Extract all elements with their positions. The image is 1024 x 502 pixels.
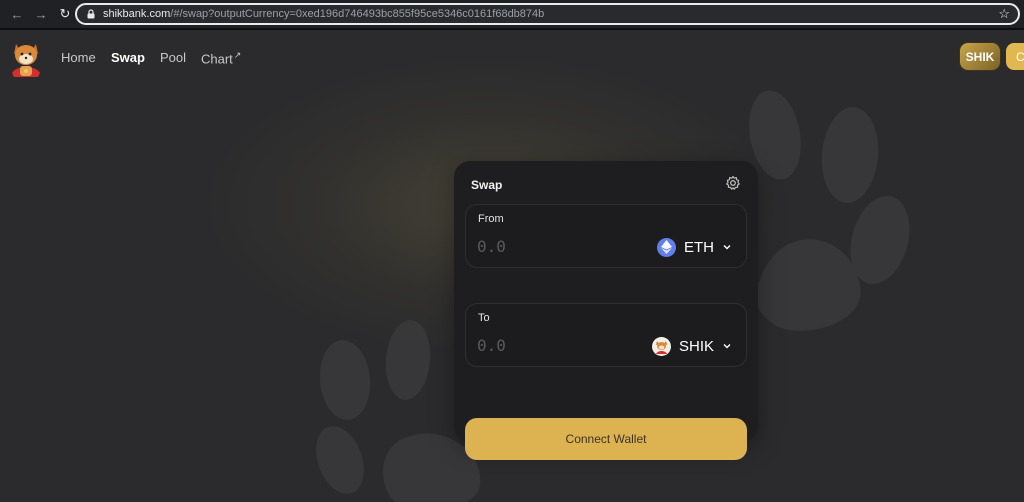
header-connect-button[interactable]: C <box>1006 43 1024 70</box>
from-token-box: From ETH <box>465 204 747 268</box>
nav-home-link[interactable]: Home <box>61 50 96 65</box>
shiba-logo-icon[interactable] <box>8 39 44 79</box>
from-token-symbol: ETH <box>684 238 714 256</box>
from-token-select[interactable]: ETH <box>657 236 732 258</box>
from-amount-input[interactable] <box>477 235 597 257</box>
browser-toolbar: ← → ↻ shikbank.com/#/swap?outputCurrency… <box>0 0 1024 28</box>
address-bar[interactable]: shikbank.com/#/swap?outputCurrency=0xed1… <box>75 3 1020 25</box>
swap-card: Swap From ETH To <box>454 161 758 460</box>
reload-icon[interactable]: ↻ <box>56 5 74 23</box>
lock-icon[interactable] <box>83 6 99 22</box>
paw-print-icon <box>749 90 910 331</box>
nav-pool-link[interactable]: Pool <box>160 50 186 65</box>
shik-token-button[interactable]: SHIK <box>960 43 1000 70</box>
connect-wallet-button[interactable]: Connect Wallet <box>465 418 747 460</box>
shik-dog-icon <box>651 336 671 356</box>
from-label: From <box>478 213 504 225</box>
url-text: shikbank.com/#/swap?outputCurrency=0xed1… <box>103 8 545 20</box>
bookmark-star-icon[interactable]: ☆ <box>998 6 1010 22</box>
to-token-box: To SHIK <box>465 303 747 367</box>
chevron-down-icon <box>723 344 731 349</box>
to-label: To <box>478 312 490 324</box>
page: Home Swap Pool Chart↗ SHIK C Swap From E… <box>0 30 1024 502</box>
external-link-icon: ↗ <box>233 50 242 60</box>
swap-title: Swap <box>471 178 503 192</box>
nav-swap-link[interactable]: Swap <box>111 50 145 65</box>
gear-icon[interactable] <box>725 175 741 191</box>
forward-icon[interactable]: → <box>32 5 50 23</box>
to-token-select[interactable]: SHIK <box>651 335 732 357</box>
nav-chart-link[interactable]: Chart↗ <box>201 50 241 66</box>
to-token-symbol: SHIK <box>678 337 714 355</box>
to-amount-input[interactable] <box>477 334 597 356</box>
ethereum-icon <box>657 237 676 257</box>
nav-chart-label: Chart <box>201 51 233 67</box>
chevron-down-icon <box>723 245 731 250</box>
site-header: Home Swap Pool Chart↗ SHIK C <box>0 30 1024 86</box>
back-icon[interactable]: ← <box>8 5 26 23</box>
